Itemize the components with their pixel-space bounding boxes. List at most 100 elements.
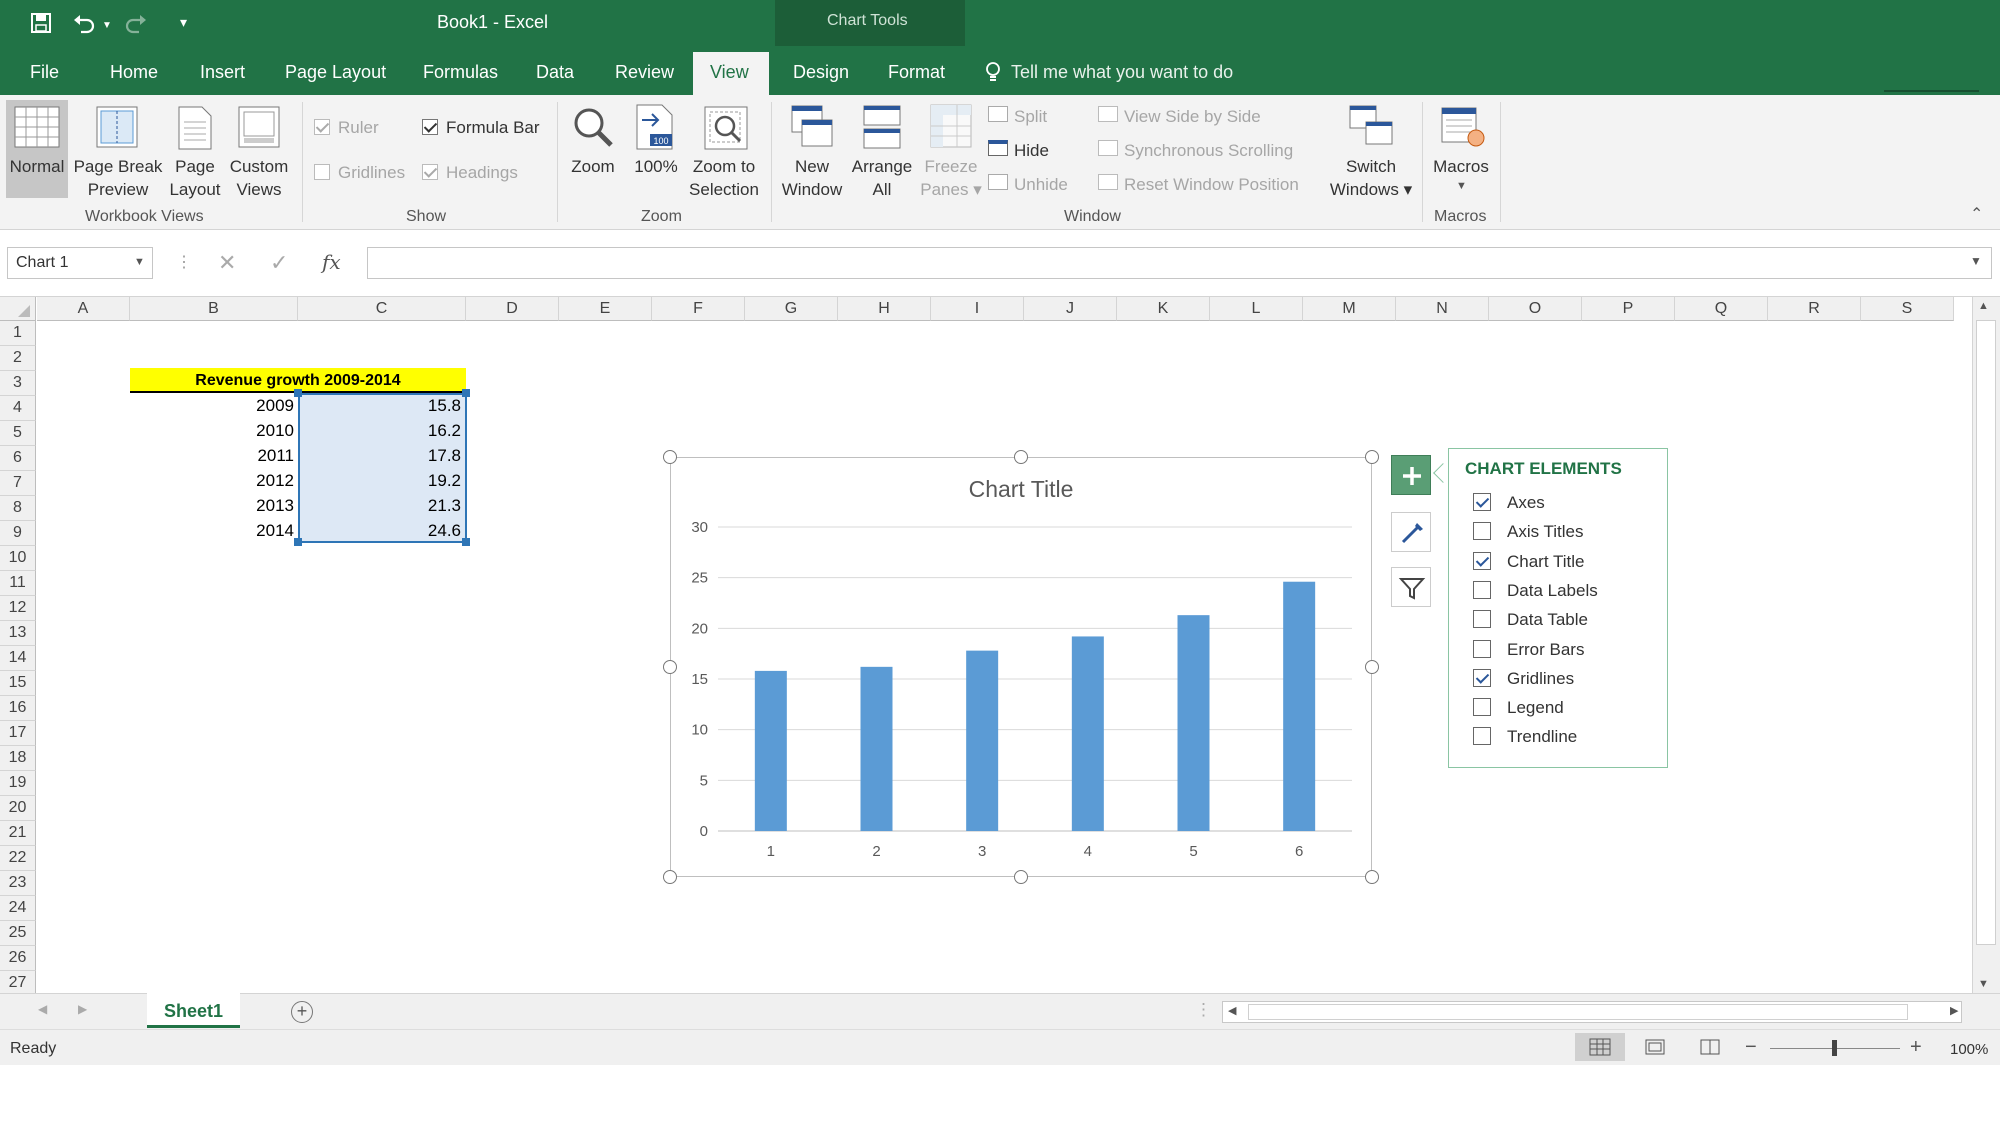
row-header[interactable]: 17 (0, 721, 36, 746)
chart-element-checkbox[interactable] (1473, 551, 1491, 570)
chart-element-checkbox[interactable] (1473, 522, 1491, 541)
tab-data[interactable]: Data (536, 62, 574, 83)
chart-resize-handle[interactable] (1014, 450, 1028, 464)
bar[interactable] (754, 670, 787, 831)
chart-element-checkbox[interactable] (1473, 698, 1491, 717)
year-cell[interactable]: 2012 (130, 471, 294, 491)
undo-dropdown-icon[interactable]: ▼ (102, 20, 112, 31)
page-layout-status-icon[interactable] (1645, 1039, 1665, 1055)
row-header[interactable]: 8 (0, 496, 36, 521)
switch-windows-button[interactable]: Switch Windows ▾ (1326, 155, 1416, 201)
page-break-status-icon[interactable] (1700, 1039, 1720, 1055)
horizontal-scroll-thumb[interactable] (1248, 1004, 1908, 1020)
range-handle[interactable] (462, 538, 470, 546)
chart-resize-handle[interactable] (663, 870, 677, 884)
zoom-slider-thumb[interactable] (1832, 1040, 1837, 1056)
tab-view[interactable]: View (710, 62, 749, 83)
chart-element-checkbox[interactable] (1473, 493, 1491, 511)
tab-split-handle-icon[interactable]: ⋮ (1195, 1000, 1212, 1020)
save-icon[interactable] (30, 12, 52, 34)
value-cell[interactable]: 16.2 (298, 421, 461, 441)
chart-title[interactable]: Chart Title (969, 476, 1074, 502)
value-cell[interactable]: 15.8 (298, 396, 461, 416)
chart-filters-button[interactable] (1391, 567, 1431, 607)
column-header[interactable]: I (931, 297, 1024, 321)
zoom-to-selection-button[interactable]: Zoom to Selection (684, 155, 764, 201)
scroll-up-icon[interactable]: ▲ (1978, 300, 1989, 312)
chart-resize-handle[interactable] (1365, 660, 1379, 674)
column-header[interactable]: Q (1675, 297, 1768, 321)
column-header[interactable]: P (1582, 297, 1675, 321)
chart-element-label[interactable]: Chart Title (1507, 552, 1584, 572)
page-layout-button[interactable]: Page Layout (166, 155, 224, 201)
add-sheet-icon[interactable]: + (291, 1001, 313, 1023)
value-cell[interactable]: 19.2 (298, 471, 461, 491)
row-header[interactable]: 22 (0, 846, 36, 871)
zoom-out-icon[interactable]: − (1745, 1036, 1757, 1059)
row-header[interactable]: 19 (0, 771, 36, 796)
value-cell[interactable]: 17.8 (298, 446, 461, 466)
column-header[interactable]: N (1396, 297, 1489, 321)
row-header[interactable]: 10 (0, 546, 36, 571)
customize-qat-icon[interactable]: ▾ (180, 14, 187, 31)
year-cell[interactable]: 2013 (130, 496, 294, 516)
column-header[interactable]: S (1861, 297, 1954, 321)
column-header[interactable]: B (130, 297, 298, 321)
chart-element-checkbox[interactable] (1473, 727, 1491, 746)
zoom-in-icon[interactable]: + (1910, 1036, 1922, 1059)
chart-resize-handle[interactable] (663, 450, 677, 464)
bar-chart[interactable]: Chart Title 1 2 3 4 5 6 0 5 10 15 20 25 30 (670, 457, 1372, 877)
column-header[interactable]: O (1489, 297, 1582, 321)
year-cell[interactable]: 2011 (130, 446, 294, 466)
column-header[interactable]: R (1768, 297, 1861, 321)
chart-element-label[interactable]: Data Labels (1507, 581, 1598, 601)
column-header[interactable]: E (559, 297, 652, 321)
scroll-right-icon[interactable]: ▶ (1950, 1004, 1958, 1017)
row-header[interactable]: 14 (0, 646, 36, 671)
column-header[interactable]: J (1024, 297, 1117, 321)
row-header[interactable]: 7 (0, 471, 36, 496)
chart-element-label[interactable]: Trendline (1507, 727, 1577, 747)
chart-element-checkbox[interactable] (1473, 639, 1491, 658)
row-header[interactable]: 25 (0, 921, 36, 946)
zoom-button[interactable]: Zoom (562, 155, 624, 178)
chart-element-checkbox[interactable] (1473, 610, 1491, 629)
scroll-down-icon[interactable]: ▼ (1978, 978, 1989, 990)
new-window-button[interactable]: New Window (776, 155, 848, 201)
tab-file[interactable]: File (30, 62, 59, 83)
tab-page-layout[interactable]: Page Layout (285, 62, 386, 83)
row-header[interactable]: 16 (0, 696, 36, 721)
row-header[interactable]: 18 (0, 746, 36, 771)
tell-me-box[interactable]: Tell me what you want to do (1011, 62, 1233, 83)
row-header[interactable]: 21 (0, 821, 36, 846)
insert-function-icon[interactable]: fx (322, 250, 341, 274)
row-header[interactable]: 3 (0, 371, 36, 396)
row-header[interactable]: 26 (0, 946, 36, 971)
bar[interactable] (1177, 615, 1210, 831)
row-header[interactable]: 11 (0, 571, 36, 596)
chart-element-label[interactable]: Gridlines (1507, 669, 1574, 689)
bar[interactable] (860, 666, 893, 831)
chart-element-label[interactable]: Error Bars (1507, 640, 1584, 660)
row-header[interactable]: 6 (0, 446, 36, 471)
macros-button[interactable]: Macros (1428, 155, 1494, 178)
vertical-scroll-thumb[interactable] (1976, 320, 1996, 945)
tab-formulas[interactable]: Formulas (423, 62, 498, 83)
column-header[interactable]: C (298, 297, 466, 321)
chart-resize-handle[interactable] (1365, 450, 1379, 464)
normal-view-status-button[interactable] (1575, 1033, 1625, 1061)
row-header[interactable]: 2 (0, 346, 36, 371)
column-header[interactable]: A (37, 297, 130, 321)
arrange-all-button[interactable]: Arrange All (848, 155, 916, 201)
column-header[interactable]: L (1210, 297, 1303, 321)
row-header[interactable]: 23 (0, 871, 36, 896)
bar[interactable] (966, 650, 999, 831)
year-cell[interactable]: 2010 (130, 421, 294, 441)
zoom-level[interactable]: 100% (1950, 1041, 1988, 1058)
year-cell[interactable]: 2009 (130, 396, 294, 416)
column-header[interactable]: F (652, 297, 745, 321)
chart-styles-button[interactable] (1391, 512, 1431, 552)
chart-element-label[interactable]: Data Table (1507, 610, 1588, 630)
chart-element-label[interactable]: Axis Titles (1507, 522, 1584, 542)
chart-element-label[interactable]: Legend (1507, 698, 1564, 718)
